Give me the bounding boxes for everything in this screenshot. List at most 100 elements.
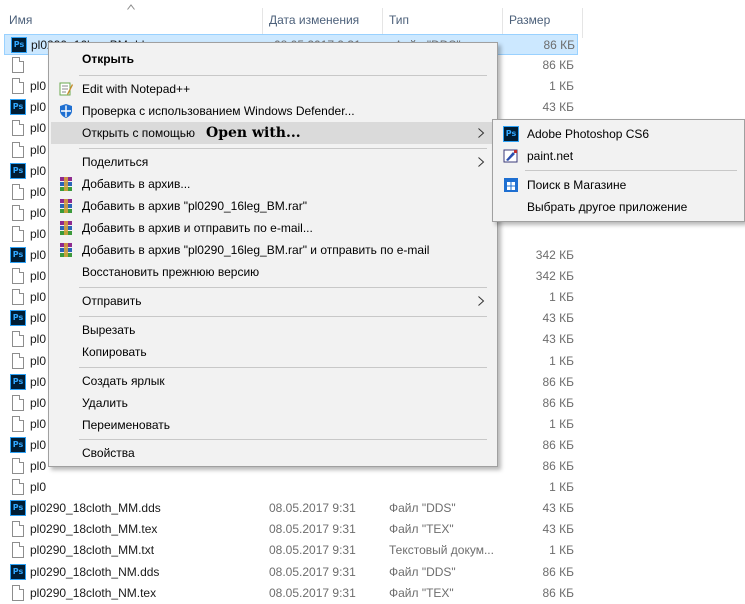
file-name: pl0 <box>30 417 47 431</box>
text-file-icon <box>12 78 24 94</box>
file-date: 08.05.2017 9:31 <box>269 543 356 557</box>
winrar-icon <box>60 243 72 257</box>
submenu-item-store-search[interactable]: Поиск в Магазине <box>495 174 743 196</box>
file-name: pl0 <box>30 438 47 452</box>
text-file-icon <box>12 226 24 242</box>
submenu-item-label: paint.net <box>527 149 574 163</box>
menu-item-open-with[interactable]: Открыть с помощью Open with... <box>51 122 495 144</box>
menu-item-label: Добавить в архив "pl0290_16leg_BM.rar" <box>82 199 307 213</box>
windows-defender-icon <box>60 104 72 118</box>
file-size: 1 КБ <box>549 417 574 431</box>
submenu-item-label: Adobe Photoshop CS6 <box>527 127 650 141</box>
column-name[interactable]: Имя <box>9 0 32 38</box>
menu-item-restore-previous[interactable]: Восстановить прежнюю версию <box>51 261 495 283</box>
photoshop-file-icon: Ps <box>10 247 26 263</box>
menu-item-open[interactable]: Открыть <box>51 48 495 70</box>
file-name: pl0290_18cloth_MM.txt <box>30 543 155 557</box>
file-row[interactable]: Ps pl0290_18cloth_NM.dds 08.05.2017 9:31 Фа… <box>0 562 745 583</box>
column-divider[interactable] <box>582 8 583 38</box>
menu-item-add-archive[interactable]: Добавить в архив... <box>51 173 495 195</box>
column-type[interactable]: Тип <box>389 0 409 38</box>
menu-item-add-archive-named-email[interactable]: Добавить в архив "pl0290_16leg_BM.rar" и… <box>51 239 495 261</box>
file-row[interactable]: pl0290_18cloth_MM.txt 08.05.2017 9:31 Текс… <box>0 540 745 561</box>
file-name: pl0 <box>30 248 47 262</box>
file-type: Файл "DDS" <box>389 565 456 579</box>
menu-item-send-to[interactable]: Отправить <box>51 290 495 312</box>
menu-item-add-archive-email[interactable]: Добавить в архив и отправить по e-mail..… <box>51 217 495 239</box>
menu-item-share[interactable]: Поделиться <box>51 151 495 173</box>
submenu-item-paintnet[interactable]: paint.net <box>495 145 743 167</box>
file-name: pl0 <box>30 164 47 178</box>
menu-item-label: Добавить в архив и отправить по e-mail..… <box>82 221 313 235</box>
file-type: Файл "DDS" <box>389 501 456 515</box>
column-size[interactable]: Размер <box>509 0 550 38</box>
file-name: pl0290_18cloth_MM.tex <box>30 522 158 536</box>
file-size: 43 КБ <box>542 501 574 515</box>
menu-item-cut[interactable]: Вырезать <box>51 319 495 341</box>
file-size: 1 КБ <box>549 354 574 368</box>
winrar-icon <box>60 199 72 213</box>
file-row[interactable]: pl0290_18cloth_NM.tex 08.05.2017 9:31 Файл… <box>0 583 745 604</box>
file-row[interactable]: pl0 1 КБ <box>0 477 745 498</box>
file-size: 43 КБ <box>542 311 574 325</box>
file-name: pl0 <box>30 227 47 241</box>
file-name: pl0 <box>30 354 47 368</box>
menu-item-label: Edit with Notepad++ <box>82 82 191 96</box>
chevron-right-icon <box>478 157 485 167</box>
file-name: pl0290_18cloth_NM.tex <box>30 586 157 600</box>
menu-item-label: Открыть с помощью <box>82 126 196 140</box>
file-date: 08.05.2017 9:31 <box>269 565 356 579</box>
file-size: 86 КБ <box>542 58 574 72</box>
menu-separator <box>79 148 487 149</box>
annotation-text: Open with... <box>206 125 301 141</box>
text-file-icon <box>12 353 24 369</box>
text-file-icon <box>12 184 24 200</box>
menu-separator <box>79 316 487 317</box>
photoshop-file-icon: Ps <box>10 99 26 115</box>
menu-item-label: Восстановить прежнюю версию <box>82 265 260 279</box>
file-type: Текстовый докум... <box>389 543 494 557</box>
menu-item-properties[interactable]: Свойства <box>51 442 495 464</box>
file-name: pl0 <box>30 290 47 304</box>
store-icon <box>504 178 518 192</box>
menu-item-add-archive-named[interactable]: Добавить в архив "pl0290_16leg_BM.rar" <box>51 195 495 217</box>
file-size: 86 КБ <box>542 438 574 452</box>
file-name: pl0 <box>30 396 47 410</box>
submenu-item-photoshop[interactable]: Ps Adobe Photoshop CS6 <box>495 123 743 145</box>
menu-item-label: Поделиться <box>82 155 149 169</box>
menu-item-copy[interactable]: Копировать <box>51 341 495 363</box>
photoshop-file-icon: Ps <box>11 37 27 53</box>
column-header: Имя Дата изменения Тип Размер <box>0 0 745 38</box>
menu-item-defender-scan[interactable]: Проверка с использованием Windows Defend… <box>51 100 495 122</box>
menu-item-label: Копировать <box>82 345 147 359</box>
file-size: 86 КБ <box>543 38 575 52</box>
file-size: 43 КБ <box>542 100 574 114</box>
menu-separator <box>79 75 487 76</box>
menu-item-edit-notepad[interactable]: Edit with Notepad++ <box>51 78 495 100</box>
file-name: pl0 <box>30 459 47 473</box>
winrar-icon <box>60 221 72 235</box>
text-file-icon <box>12 585 24 601</box>
menu-item-label: Добавить в архив "pl0290_16leg_BM.rar" и… <box>82 243 430 257</box>
menu-separator <box>525 170 737 171</box>
menu-item-create-shortcut[interactable]: Создать ярлык <box>51 370 495 392</box>
menu-item-label: Создать ярлык <box>82 374 165 388</box>
winrar-icon <box>60 177 72 191</box>
sort-ascending-icon <box>127 4 135 10</box>
menu-item-delete[interactable]: Удалить <box>51 392 495 414</box>
file-size: 1 КБ <box>549 543 574 557</box>
submenu-item-choose-other[interactable]: Выбрать другое приложение <box>495 196 743 218</box>
file-name: pl0 <box>30 480 47 494</box>
file-row[interactable]: pl0290_18cloth_MM.tex 08.05.2017 9:31 Файл… <box>0 519 745 540</box>
menu-item-label: Переименовать <box>82 418 170 432</box>
file-size: 1 КБ <box>549 290 574 304</box>
photoshop-icon: Ps <box>503 126 519 142</box>
column-date[interactable]: Дата изменения <box>269 0 359 38</box>
text-file-icon <box>12 120 24 136</box>
menu-item-rename[interactable]: Переименовать <box>51 414 495 436</box>
text-file-icon <box>12 142 24 158</box>
file-name: pl0 <box>30 269 47 283</box>
photoshop-file-icon: Ps <box>10 500 26 516</box>
text-file-icon <box>12 416 24 432</box>
file-row[interactable]: Ps pl0290_18cloth_MM.dds 08.05.2017 9:31 Фа… <box>0 498 745 519</box>
